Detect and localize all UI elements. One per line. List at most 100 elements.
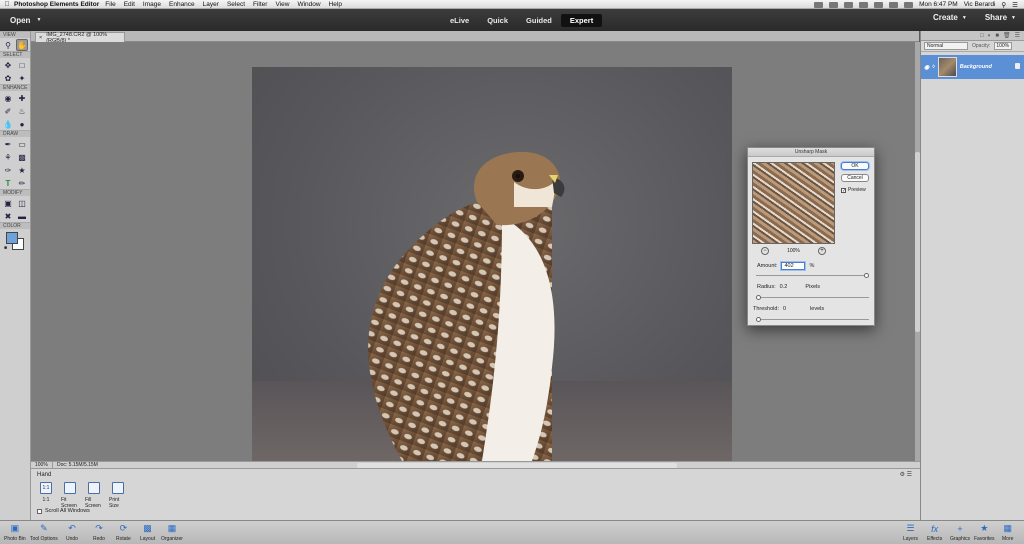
- layer-row-background[interactable]: ◉ ◊ Background: [921, 55, 1024, 79]
- layer-name[interactable]: Background: [960, 64, 992, 70]
- tab-quick[interactable]: Quick: [478, 14, 517, 27]
- menu-image[interactable]: Image: [143, 1, 161, 8]
- rotate-button[interactable]: ⟳ Rotate: [116, 523, 131, 542]
- flag-icon[interactable]: [904, 1, 914, 8]
- zoom-tool-icon[interactable]: ⚲: [2, 39, 14, 51]
- print-size-button[interactable]: Print Size: [109, 482, 127, 509]
- content-aware-move-tool-icon[interactable]: ✖: [2, 210, 14, 222]
- wifi-icon[interactable]: [859, 1, 869, 8]
- apple-menu-icon[interactable]: : [0, 1, 14, 8]
- custom-shape-tool-icon[interactable]: ★: [16, 164, 28, 176]
- recompose-tool-icon[interactable]: ◫: [16, 197, 28, 209]
- eyedropper-tool-icon[interactable]: ✑: [2, 164, 14, 176]
- effects-button[interactable]: fx Effects: [927, 523, 942, 543]
- menubar-clock[interactable]: Mon 6:47 PM: [919, 1, 958, 8]
- new-layer-icon[interactable]: □: [980, 33, 984, 39]
- menu-view[interactable]: View: [275, 1, 289, 8]
- favorites-button[interactable]: ★ Favorites: [974, 523, 995, 542]
- tool-options-button[interactable]: ✎ Tool Options: [30, 523, 58, 542]
- app-menu[interactable]: Photoshop Elements Editor: [14, 1, 99, 8]
- menu-select[interactable]: Select: [227, 1, 245, 8]
- redo-button[interactable]: ↷ Redo: [93, 523, 105, 542]
- open-button[interactable]: Open ▼: [6, 13, 46, 27]
- tool-options-menu-icon[interactable]: ⚙ ☰: [900, 471, 912, 478]
- lock-icon[interactable]: ■: [995, 33, 999, 39]
- swap-colors-icon[interactable]: ■: [4, 245, 7, 251]
- blur-tool-icon[interactable]: 💧: [2, 118, 14, 130]
- layout-button[interactable]: ▩ Layout: [140, 523, 155, 542]
- spot-healing-tool-icon[interactable]: ✚: [16, 92, 28, 104]
- menu-enhance[interactable]: Enhance: [169, 1, 195, 8]
- menu-edit[interactable]: Edit: [124, 1, 135, 8]
- straighten-tool-icon[interactable]: ▬: [16, 210, 28, 222]
- adjustment-layer-icon[interactable]: ◐: [988, 33, 992, 39]
- notification-center-icon[interactable]: ☰: [1012, 1, 1018, 9]
- menu-filter[interactable]: Filter: [253, 1, 267, 8]
- zoom-in-icon[interactable]: +: [817, 247, 826, 255]
- one-to-one-button[interactable]: 1:1 1:1: [37, 482, 55, 509]
- blend-mode-select[interactable]: Normal: [924, 42, 968, 50]
- menu-file[interactable]: File: [105, 1, 115, 8]
- move-tool-icon[interactable]: ✥: [2, 59, 14, 71]
- organizer-button[interactable]: ▦ Organizer: [161, 523, 183, 542]
- red-eye-tool-icon[interactable]: ◉: [2, 92, 14, 104]
- undo-button[interactable]: ↶ Undo: [66, 523, 78, 542]
- eye-icon[interactable]: ◉: [924, 64, 929, 71]
- tab-expert[interactable]: Expert: [560, 14, 603, 27]
- create-button[interactable]: Create ▼: [933, 13, 967, 22]
- amount-slider[interactable]: [756, 273, 869, 278]
- tab-elive[interactable]: eLive: [441, 14, 478, 27]
- menu-layer[interactable]: Layer: [203, 1, 219, 8]
- cancel-button[interactable]: Cancel: [841, 174, 869, 182]
- threshold-value[interactable]: 0: [783, 306, 786, 312]
- volume-icon[interactable]: [874, 1, 884, 8]
- fill-screen-button[interactable]: Fill Screen: [85, 482, 103, 509]
- scroll-all-windows-option[interactable]: Scroll All Windows: [37, 508, 90, 514]
- preview-option[interactable]: ✓ Preview: [841, 187, 866, 193]
- hawk-photo[interactable]: [252, 67, 732, 461]
- type-tool-icon[interactable]: T: [2, 177, 14, 189]
- layer-link-icon[interactable]: ◊: [932, 64, 934, 70]
- magic-wand-tool-icon[interactable]: ✦: [16, 72, 28, 84]
- dropbox-icon[interactable]: [814, 1, 824, 8]
- hand-tool-icon[interactable]: ✋: [16, 39, 28, 51]
- brush-tool-icon[interactable]: ✒: [2, 138, 14, 150]
- share-button[interactable]: Share ▼: [985, 13, 1016, 22]
- graphics-button[interactable]: + Graphics: [950, 523, 970, 543]
- close-icon[interactable]: ×: [39, 35, 42, 41]
- clone-stamp-tool-icon[interactable]: ♨: [16, 105, 28, 117]
- trash-icon[interactable]: 🗑: [1003, 32, 1011, 39]
- smart-brush-tool-icon[interactable]: ✐: [2, 105, 14, 117]
- radius-slider[interactable]: [756, 295, 869, 300]
- preview-checkbox[interactable]: ✓: [841, 187, 846, 193]
- tab-guided[interactable]: Guided: [517, 14, 561, 27]
- opacity-input[interactable]: 100%: [994, 42, 1013, 50]
- more-button[interactable]: ▦ More: [1002, 523, 1013, 542]
- time-machine-icon[interactable]: [829, 1, 839, 8]
- menu-help[interactable]: Help: [329, 1, 342, 8]
- amount-slider-knob[interactable]: [864, 273, 869, 278]
- crop-tool-icon[interactable]: ▣: [2, 197, 14, 209]
- menubar-user[interactable]: Vic Berardi: [964, 1, 996, 8]
- spotlight-icon[interactable]: ⚲: [1001, 1, 1006, 9]
- eraser-tool-icon[interactable]: ▭: [16, 138, 28, 150]
- gradient-tool-icon[interactable]: ▩: [16, 151, 28, 163]
- layers-button[interactable]: ☰ Layers: [903, 523, 918, 542]
- chevron-down-icon[interactable]: ▼: [36, 17, 41, 23]
- threshold-slider-knob[interactable]: [756, 317, 761, 322]
- foreground-color-swatch[interactable]: [6, 232, 18, 244]
- document-tab[interactable]: × IMG_2748.CR2 @ 100% (RGB/8) *: [35, 32, 125, 44]
- battery-icon[interactable]: [889, 1, 899, 8]
- paint-bucket-tool-icon[interactable]: ⚘: [2, 151, 14, 163]
- sponge-tool-icon[interactable]: ●: [16, 118, 28, 130]
- menu-window[interactable]: Window: [297, 1, 320, 8]
- fit-screen-button[interactable]: Fit Screen: [61, 482, 79, 509]
- photo-bin-button[interactable]: ▣ Photo Bin: [4, 523, 26, 542]
- ok-button[interactable]: OK: [841, 162, 869, 170]
- bluetooth-icon[interactable]: [844, 1, 854, 8]
- layer-lock-icon[interactable]: [1015, 63, 1020, 69]
- radius-value[interactable]: 0.2: [780, 284, 788, 290]
- panel-menu-icon[interactable]: ☰: [1015, 32, 1020, 39]
- amount-input[interactable]: 402: [781, 262, 806, 270]
- zoom-out-icon[interactable]: −: [761, 247, 770, 255]
